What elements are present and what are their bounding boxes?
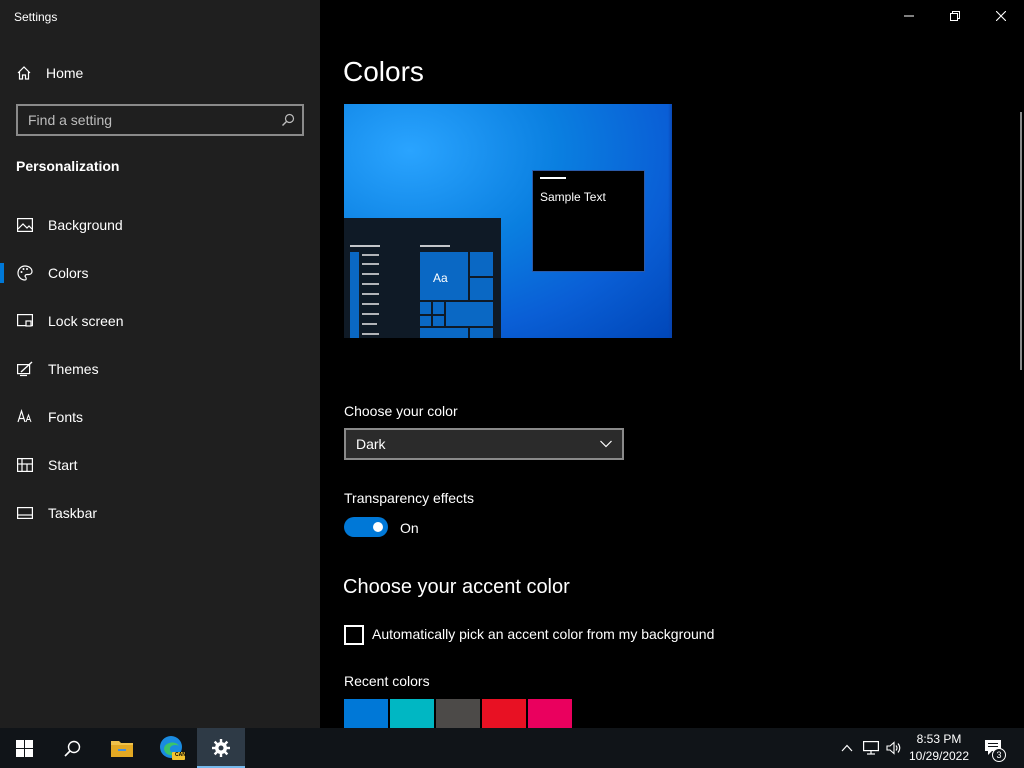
sidebar-item-label: Start: [48, 457, 78, 473]
gear-icon: [212, 739, 230, 757]
color-swatch[interactable]: [436, 699, 480, 728]
search-icon[interactable]: [274, 113, 302, 127]
edge-badge: CAN: [175, 752, 186, 758]
home-label: Home: [46, 65, 84, 81]
app-title: Settings: [14, 10, 58, 24]
show-hidden-icons-button[interactable]: [838, 728, 856, 768]
chevron-up-icon: [841, 744, 853, 752]
taskbar-search-button[interactable]: [48, 728, 96, 768]
section-title: Personalization: [16, 158, 120, 174]
restore-button[interactable]: [932, 0, 978, 32]
themes-icon: [16, 360, 34, 378]
preview-tile-label: Aa: [433, 271, 448, 285]
folder-icon: [111, 741, 133, 757]
windows-logo-icon: [15, 739, 33, 757]
scrollbar[interactable]: [1020, 112, 1022, 370]
start-button[interactable]: [0, 728, 48, 768]
chevron-down-icon: [600, 440, 612, 448]
notification-count-badge: 3: [992, 748, 1006, 762]
network-button[interactable]: [860, 728, 882, 768]
clock[interactable]: 8:53 PM 10/29/2022: [905, 731, 973, 765]
color-swatch[interactable]: [482, 699, 526, 728]
auto-accent-label: Automatically pick an accent color from …: [372, 626, 715, 642]
choose-color-dropdown[interactable]: Dark: [344, 428, 624, 460]
accent-heading: Choose your accent color: [343, 576, 570, 598]
dropdown-value: Dark: [356, 436, 386, 452]
minimize-button[interactable]: [886, 0, 932, 32]
sidebar-item-taskbar[interactable]: Taskbar: [0, 493, 320, 533]
restore-icon: [950, 11, 960, 21]
clock-time: 8:53 PM: [916, 732, 962, 746]
edge-button[interactable]: CAN: [148, 728, 196, 768]
transparency-toggle[interactable]: [344, 517, 388, 537]
lock-screen-icon: [16, 312, 34, 330]
sidebar-item-lock-screen[interactable]: Lock screen: [0, 301, 320, 341]
sidebar-item-themes[interactable]: Themes: [0, 349, 320, 389]
color-swatch[interactable]: [528, 699, 572, 728]
recent-colors-label: Recent colors: [344, 673, 430, 689]
home-icon: [17, 66, 31, 80]
preview-start-menu: [344, 218, 501, 338]
sidebar-item-fonts[interactable]: Fonts: [0, 397, 320, 437]
sidebar-item-label: Fonts: [48, 409, 84, 425]
search-icon: [63, 740, 80, 757]
sidebar-item-label: Background: [48, 217, 123, 233]
sidebar: Settings Home Personalization Background…: [0, 0, 320, 728]
fonts-icon: [16, 408, 34, 426]
theme-preview: Aa Sample Text: [344, 104, 672, 338]
page-title: Colors: [343, 56, 424, 87]
picture-icon: [16, 216, 34, 234]
home-link[interactable]: Home: [16, 62, 83, 84]
toggle-state-label: On: [400, 520, 419, 536]
action-center-button[interactable]: 3: [980, 728, 1008, 768]
palette-icon: [16, 264, 34, 282]
color-swatch[interactable]: [344, 699, 388, 728]
sidebar-item-start[interactable]: Start: [0, 445, 320, 485]
network-icon: [863, 741, 879, 755]
sidebar-item-label: Lock screen: [48, 313, 124, 329]
auto-accent-checkbox[interactable]: [344, 625, 364, 645]
start-icon: [16, 456, 34, 474]
sidebar-item-label: Themes: [48, 361, 99, 377]
main-content: Colors Aa Sample Text Choose your color …: [320, 0, 1024, 728]
minimize-icon: [904, 15, 914, 17]
close-button[interactable]: [978, 0, 1024, 32]
search-box[interactable]: [16, 104, 304, 136]
volume-button[interactable]: [884, 728, 904, 768]
taskbar-icon: [16, 504, 34, 522]
speaker-icon: [886, 741, 901, 755]
sidebar-item-colors[interactable]: Colors: [0, 253, 320, 293]
settings-taskbar-button[interactable]: [197, 728, 245, 768]
choose-color-label: Choose your color: [344, 403, 458, 419]
color-swatch[interactable]: [390, 699, 434, 728]
sidebar-item-label: Colors: [48, 265, 89, 281]
sidebar-item-background[interactable]: Background: [0, 205, 320, 245]
close-icon: [996, 11, 1006, 21]
file-explorer-button[interactable]: [98, 728, 146, 768]
clock-date: 10/29/2022: [908, 749, 970, 763]
preview-window: Sample Text: [532, 170, 645, 272]
taskbar: CAN 8:53 PM 10/29/2022 3: [0, 728, 1024, 768]
transparency-label: Transparency effects: [344, 490, 474, 506]
sidebar-item-label: Taskbar: [48, 505, 98, 521]
search-input[interactable]: [18, 112, 274, 128]
preview-sample-text: Sample Text: [540, 190, 606, 204]
